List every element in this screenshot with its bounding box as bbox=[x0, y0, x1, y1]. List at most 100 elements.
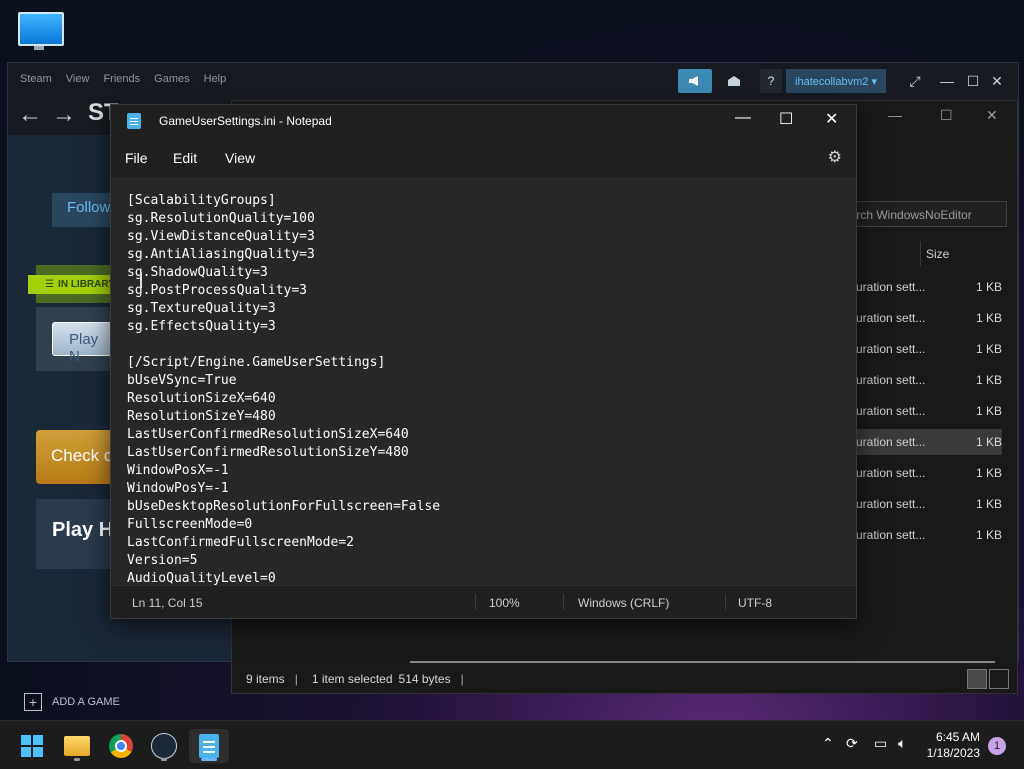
text-line: LastConfirmedFullscreenMode=2 bbox=[127, 535, 354, 550]
close-icon[interactable]: ✕ bbox=[825, 109, 838, 129]
forward-arrow-icon[interactable]: → bbox=[52, 101, 76, 129]
inbox-button[interactable] bbox=[724, 69, 744, 93]
minimize-icon[interactable]: — bbox=[938, 69, 956, 93]
notepad-icon bbox=[127, 113, 141, 129]
text-line: sg.TextureQuality=3 bbox=[127, 301, 276, 316]
encoding[interactable]: UTF-8 bbox=[738, 596, 772, 610]
chrome-taskbar-button[interactable] bbox=[101, 729, 141, 763]
network-icon[interactable]: ▭ bbox=[874, 735, 887, 752]
zoom-level[interactable]: 100% bbox=[489, 596, 520, 610]
text-line: sg.ViewDistanceQuality=3 bbox=[127, 229, 315, 244]
bigpicture-icon[interactable]: ⤢ bbox=[904, 69, 926, 93]
file-row[interactable]: uration sett... 1 KB bbox=[852, 491, 1002, 517]
status-divider bbox=[563, 594, 564, 610]
text-line: Version=5 bbox=[127, 553, 198, 568]
steam-menu-steam[interactable]: Steam bbox=[20, 73, 52, 85]
play-button[interactable]: Play N bbox=[52, 322, 112, 365]
monitor-icon bbox=[18, 12, 64, 46]
envelope-icon bbox=[728, 76, 740, 86]
file-type: uration sett... bbox=[856, 528, 926, 542]
help-button[interactable]: ? bbox=[760, 69, 782, 93]
text-line: AudioQualityLevel=0 bbox=[127, 571, 276, 585]
minimize-icon[interactable]: — bbox=[888, 107, 902, 123]
line-ending[interactable]: Windows (CRLF) bbox=[578, 596, 669, 610]
maximize-icon[interactable]: ☐ bbox=[964, 69, 982, 93]
list-icon: ☰ bbox=[45, 279, 55, 290]
clock-time: 6:45 AM bbox=[935, 730, 980, 744]
text-editor-area[interactable]: [ScalabilityGroups] sg.ResolutionQuality=… bbox=[111, 177, 856, 585]
text-line: WindowPosY=-1 bbox=[127, 481, 229, 496]
follow-button[interactable]: Follow bbox=[52, 193, 112, 227]
file-row[interactable]: uration sett... 1 KB bbox=[852, 460, 1002, 486]
chevron-up-icon[interactable]: ⌃ bbox=[822, 735, 834, 752]
text-line: [/Script/Engine.GameUserSettings] bbox=[127, 355, 386, 370]
text-line: LastUserConfirmedResolutionSizeX=640 bbox=[127, 427, 409, 442]
file-row[interactable]: uration sett... 1 KB bbox=[852, 336, 1002, 362]
text-line: sg.ShadowQuality=3 bbox=[127, 265, 268, 280]
text-line: bUseVSync=True bbox=[127, 373, 237, 388]
file-row[interactable]: uration sett... 1 KB bbox=[852, 522, 1002, 548]
minimize-icon[interactable]: — bbox=[735, 109, 751, 127]
clock[interactable]: 6:45 AM 1/18/2023 bbox=[920, 729, 980, 761]
file-explorer-taskbar-button[interactable] bbox=[57, 729, 97, 763]
notepad-menubar: File Edit View ⚙ bbox=[111, 137, 856, 177]
maximize-icon[interactable]: ☐ bbox=[779, 109, 793, 129]
tiles-view-icon[interactable] bbox=[989, 669, 1009, 689]
explorer-statusbar: 9 items | 1 item selected 514 bytes | bbox=[232, 665, 1017, 693]
this-pc-desktop-icon[interactable] bbox=[16, 10, 64, 50]
account-dropdown[interactable]: ihatecollabvm2 ▾ bbox=[786, 69, 886, 93]
add-game-button[interactable]: + ADD A GAME bbox=[24, 691, 224, 713]
menu-edit[interactable]: Edit bbox=[173, 150, 197, 166]
column-headers: Size bbox=[852, 241, 1007, 267]
column-divider[interactable] bbox=[920, 241, 921, 267]
steam-taskbar-button[interactable] bbox=[144, 729, 184, 763]
broadcast-button[interactable] bbox=[678, 69, 712, 93]
file-type: uration sett... bbox=[856, 311, 926, 325]
status-divider: | bbox=[294, 672, 298, 686]
taskbar: ⌃ ⟳ ▭ 🔈︎ 6:45 AM 1/18/2023 1 bbox=[0, 720, 1024, 769]
window-title: GameUserSettings.ini - Notepad bbox=[159, 114, 332, 128]
maximize-icon[interactable]: ☐ bbox=[940, 107, 953, 124]
clock-date: 1/18/2023 bbox=[926, 746, 980, 760]
text-line: bUseDesktopResolutionForFullscreen=False bbox=[127, 499, 441, 514]
file-row[interactable]: uration sett... 1 KB bbox=[852, 398, 1002, 424]
running-indicator bbox=[161, 758, 167, 761]
sync-icon[interactable]: ⟳ bbox=[846, 735, 858, 752]
notepad-taskbar-button[interactable] bbox=[189, 729, 229, 763]
menu-view[interactable]: View bbox=[225, 150, 255, 166]
steam-menu-friends[interactable]: Friends bbox=[103, 73, 140, 85]
back-arrow-icon[interactable]: ← bbox=[18, 101, 42, 129]
close-icon[interactable]: ✕ bbox=[986, 107, 998, 124]
chrome-icon bbox=[109, 734, 133, 758]
file-row[interactable]: uration sett... 1 KB bbox=[852, 305, 1002, 331]
monitor-stand bbox=[34, 46, 44, 50]
steam-icon bbox=[151, 733, 177, 759]
gear-icon[interactable]: ⚙ bbox=[828, 147, 842, 167]
close-icon[interactable]: ✕ bbox=[988, 69, 1006, 93]
file-row[interactable]: uration sett... 1 KB bbox=[852, 274, 1002, 300]
file-row[interactable]: uration sett... 1 KB bbox=[852, 367, 1002, 393]
file-size: 1 KB bbox=[975, 404, 1002, 418]
file-type: uration sett... bbox=[856, 373, 926, 387]
file-size: 1 KB bbox=[975, 311, 1002, 325]
text-line: sg.PostProcessQuality=3 bbox=[127, 283, 308, 298]
size-column-header[interactable]: Size bbox=[926, 247, 949, 261]
file-size: 1 KB bbox=[975, 497, 1002, 511]
notification-badge[interactable]: 1 bbox=[988, 737, 1006, 755]
search-input[interactable]: Search WindowsNoEditor bbox=[852, 201, 1007, 227]
text-line: FullscreenMode=0 bbox=[127, 517, 253, 532]
file-type: uration sett... bbox=[856, 435, 926, 449]
text-line: ResolutionSizeY=480 bbox=[127, 409, 276, 424]
horizontal-scrollbar[interactable] bbox=[410, 661, 995, 663]
details-view-icon[interactable] bbox=[967, 669, 987, 689]
steam-menu-help[interactable]: Help bbox=[204, 73, 227, 85]
add-game-label: ADD A GAME bbox=[52, 696, 120, 708]
steam-menu-view[interactable]: View bbox=[66, 73, 90, 85]
speaker-icon[interactable]: 🔈︎ bbox=[898, 735, 906, 752]
steam-menu-games[interactable]: Games bbox=[154, 73, 189, 85]
file-type: uration sett... bbox=[856, 342, 926, 356]
menu-file[interactable]: File bbox=[125, 150, 148, 166]
status-divider bbox=[725, 594, 726, 610]
start-button[interactable] bbox=[12, 729, 52, 763]
file-row[interactable]: uration sett... 1 KB bbox=[852, 429, 1002, 455]
